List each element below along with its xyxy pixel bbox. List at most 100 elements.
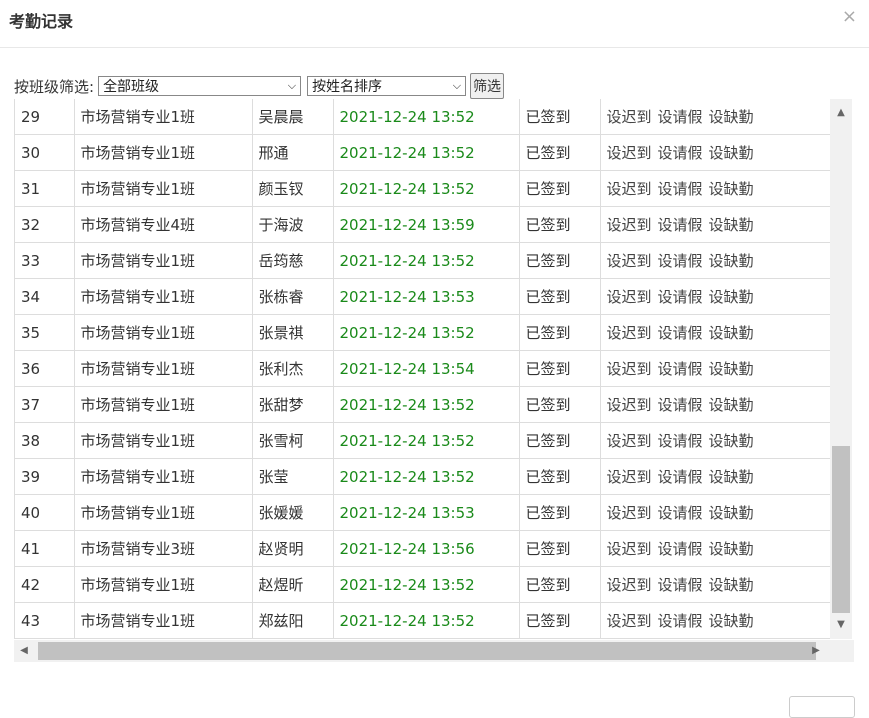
set-late-link[interactable]: 设迟到 [607,468,652,486]
scroll-down-icon[interactable]: ▼ [830,615,852,635]
status-cell: 已签到 [519,458,601,495]
set-absent-link[interactable]: 设缺勤 [709,432,754,450]
set-leave-link[interactable]: 设请假 [658,432,703,450]
row-number: 35 [15,314,75,351]
name-cell: 邢通 [252,134,334,171]
actions-cell: 设迟到 设请假 设缺勤 [600,314,832,351]
set-absent-link[interactable]: 设缺勤 [709,360,754,378]
set-late-link[interactable]: 设迟到 [607,576,652,594]
table-row: 39 市场营销专业1班 张莹 2021-12-24 13:52 已签到 设迟到 设请假 设缺勤 [15,458,832,495]
set-absent-link[interactable]: 设缺勤 [709,504,754,522]
set-leave-link[interactable]: 设请假 [658,144,703,162]
set-leave-link[interactable]: 设请假 [658,108,703,126]
set-leave-link[interactable]: 设请假 [658,576,703,594]
name-cell: 张景祺 [252,314,334,351]
set-leave-link[interactable]: 设请假 [658,324,703,342]
name-cell: 吴晨晨 [252,99,334,135]
signin-time-cell: 2021-12-24 13:52 [333,458,520,495]
set-leave-link[interactable]: 设请假 [658,252,703,270]
class-filter-select[interactable]: 全部班级 ⌵ [98,76,302,96]
set-leave-link[interactable]: 设请假 [658,504,703,522]
set-leave-link[interactable]: 设请假 [658,540,703,558]
sort-select[interactable]: 按姓名排序 ⌵ [307,76,467,96]
actions-cell: 设迟到 设请假 设缺勤 [600,350,832,387]
set-leave-link[interactable]: 设请假 [658,360,703,378]
set-late-link[interactable]: 设迟到 [607,396,652,414]
set-absent-link[interactable]: 设缺勤 [709,468,754,486]
set-late-link[interactable]: 设迟到 [607,540,652,558]
horizontal-scrollbar[interactable]: ◀ ▶ [14,640,854,662]
table-row: 40 市场营销专业1班 张媛媛 2021-12-24 13:53 已签到 设迟到 设请假 设缺… [15,494,832,531]
set-late-link[interactable]: 设迟到 [607,144,652,162]
set-leave-link[interactable]: 设请假 [658,180,703,198]
set-absent-link[interactable]: 设缺勤 [709,252,754,270]
set-absent-link[interactable]: 设缺勤 [709,324,754,342]
signin-time-cell: 2021-12-24 13:52 [333,422,520,459]
set-late-link[interactable]: 设迟到 [607,324,652,342]
scroll-right-icon[interactable]: ▶ [806,640,826,662]
actions-cell: 设迟到 设请假 设缺勤 [600,99,832,135]
footer-button[interactable] [789,696,855,718]
set-leave-link[interactable]: 设请假 [658,288,703,306]
set-absent-link[interactable]: 设缺勤 [709,540,754,558]
set-absent-link[interactable]: 设缺勤 [709,180,754,198]
close-icon[interactable]: × [842,6,857,27]
set-absent-link[interactable]: 设缺勤 [709,144,754,162]
set-leave-link[interactable]: 设请假 [658,216,703,234]
set-absent-link[interactable]: 设缺勤 [709,612,754,630]
set-late-link[interactable]: 设迟到 [607,288,652,306]
vertical-scrollbar[interactable]: ▲ ▼ [830,99,852,639]
set-leave-link[interactable]: 设请假 [658,612,703,630]
class-cell: 市场营销专业1班 [74,99,253,135]
class-cell: 市场营销专业1班 [74,422,253,459]
row-number: 39 [15,458,75,495]
actions-cell: 设迟到 设请假 设缺勤 [600,530,832,567]
set-late-link[interactable]: 设迟到 [607,504,652,522]
status-cell: 已签到 [519,566,601,603]
scroll-left-icon[interactable]: ◀ [14,640,34,662]
table-row: 32 市场营销专业4班 于海波 2021-12-24 13:59 已签到 设迟到 设请假 设缺… [15,206,832,243]
status-cell: 已签到 [519,170,601,207]
class-cell: 市场营销专业1班 [74,602,253,638]
actions-cell: 设迟到 设请假 设缺勤 [600,458,832,495]
row-number: 40 [15,494,75,531]
set-late-link[interactable]: 设迟到 [607,360,652,378]
set-late-link[interactable]: 设迟到 [607,180,652,198]
status-cell: 已签到 [519,278,601,315]
status-cell: 已签到 [519,242,601,279]
set-absent-link[interactable]: 设缺勤 [709,288,754,306]
set-late-link[interactable]: 设迟到 [607,612,652,630]
signin-time-cell: 2021-12-24 13:53 [333,494,520,531]
signin-time-cell: 2021-12-24 13:52 [333,602,520,638]
set-absent-link[interactable]: 设缺勤 [709,108,754,126]
set-late-link[interactable]: 设迟到 [607,108,652,126]
filter-button[interactable]: 筛选 [470,73,505,99]
name-cell: 岳筠慈 [252,242,334,279]
set-late-link[interactable]: 设迟到 [607,216,652,234]
name-cell: 张甜梦 [252,386,334,423]
table-body: 29 市场营销专业1班 吴晨晨 2021-12-24 13:52 已签到 设迟到 设请假 设缺… [15,99,832,638]
scroll-up-icon[interactable]: ▲ [830,103,852,123]
actions-cell: 设迟到 设请假 设缺勤 [600,278,832,315]
status-cell: 已签到 [519,602,601,638]
name-cell: 于海波 [252,206,334,243]
signin-time-cell: 2021-12-24 13:52 [333,242,520,279]
set-absent-link[interactable]: 设缺勤 [709,216,754,234]
set-late-link[interactable]: 设迟到 [607,432,652,450]
row-number: 29 [15,99,75,135]
set-absent-link[interactable]: 设缺勤 [709,576,754,594]
set-leave-link[interactable]: 设请假 [658,468,703,486]
dialog-title: 考勤记录 [9,12,74,31]
class-filter-value: 全部班级 [103,79,160,95]
class-cell: 市场营销专业4班 [74,206,253,243]
table-row: 34 市场营销专业1班 张栋睿 2021-12-24 13:53 已签到 设迟到 设请假 设缺… [15,278,832,315]
set-absent-link[interactable]: 设缺勤 [709,396,754,414]
table-row: 35 市场营销专业1班 张景祺 2021-12-24 13:52 已签到 设迟到 设请假 设缺… [15,314,832,351]
actions-cell: 设迟到 设请假 设缺勤 [600,494,832,531]
set-late-link[interactable]: 设迟到 [607,252,652,270]
vertical-scroll-thumb[interactable] [832,446,850,613]
attendance-grid: 29 市场营销专业1班 吴晨晨 2021-12-24 13:52 已签到 设迟到 设请假 设缺… [15,99,832,638]
horizontal-scroll-thumb[interactable] [38,642,816,660]
table-row: 33 市场营销专业1班 岳筠慈 2021-12-24 13:52 已签到 设迟到 设请假 设缺… [15,242,832,279]
set-leave-link[interactable]: 设请假 [658,396,703,414]
